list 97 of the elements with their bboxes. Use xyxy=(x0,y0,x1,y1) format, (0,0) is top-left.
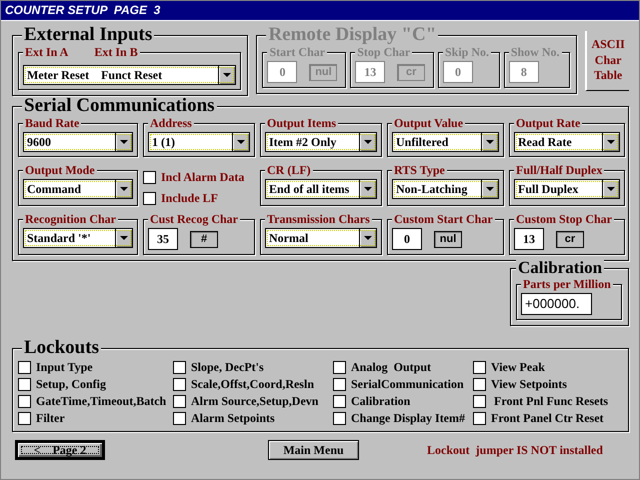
dropdown-value: 1 (1) xyxy=(152,134,175,150)
dropdown[interactable]: Read Rate xyxy=(514,132,620,152)
field-label: Full/Half Duplex xyxy=(514,164,604,178)
checkbox-label: Slope, DecPt's xyxy=(191,360,264,375)
checkbox-label: Input Type xyxy=(36,360,93,375)
dropdown[interactable]: Meter Reset Funct Reset xyxy=(23,65,236,86)
section-title: External Inputs xyxy=(22,25,154,46)
checkbox[interactable] xyxy=(173,360,186,374)
checkbox[interactable] xyxy=(333,378,346,391)
checkbox-label: Incl Alarm Data xyxy=(161,170,244,186)
checkbox[interactable] xyxy=(473,412,486,425)
dropdown-value: Standard '*' xyxy=(27,230,91,246)
dropdown-value: Normal xyxy=(269,230,308,246)
checkbox[interactable] xyxy=(473,378,486,391)
number-field[interactable]: 35 xyxy=(148,228,178,250)
field-label: Output Mode xyxy=(23,164,97,178)
dropdown-value: End of all items xyxy=(269,182,350,197)
dropdown[interactable]: Non-Latching xyxy=(392,179,499,200)
checkbox-label: Analog Output xyxy=(351,360,432,375)
checkbox-label: Filter xyxy=(36,410,65,426)
field-label: Custom Start Char xyxy=(392,213,495,226)
checkbox-label: Change Display Item# xyxy=(351,410,466,426)
field-label: RTS Type xyxy=(392,164,447,178)
checkbox[interactable] xyxy=(333,394,346,408)
checkbox[interactable] xyxy=(473,394,486,408)
field-label: Ext In A xyxy=(25,46,68,60)
main-menu-button[interactable]: Main Menu xyxy=(268,440,359,460)
char-display: cr xyxy=(397,64,426,81)
dropdown[interactable]: Unfiltered xyxy=(392,132,499,152)
field-label: Parts per Million xyxy=(521,278,613,292)
dropdown-value: Command xyxy=(27,182,82,197)
field-label: Output Rate xyxy=(514,116,582,130)
checkbox-label: Include LF xyxy=(161,191,218,206)
checkbox-label: Alarm Setpoints xyxy=(191,410,275,426)
dropdown[interactable]: End of all items xyxy=(265,179,377,200)
dropdown[interactable]: Normal xyxy=(265,228,377,248)
window-title: COUNTER SETUP PAGE 3 xyxy=(1,1,639,21)
dropdown[interactable]: 1 (1) xyxy=(148,132,250,152)
checkbox[interactable] xyxy=(173,378,186,391)
checkbox[interactable] xyxy=(18,360,31,374)
field-label: Transmission Chars xyxy=(265,213,372,226)
dropdown-value: Meter Reset xyxy=(27,68,90,83)
dropdown-value: Read Rate xyxy=(518,134,572,150)
dropdown-value: Full Duplex xyxy=(518,182,578,197)
checkbox[interactable] xyxy=(18,394,31,408)
char-display: # xyxy=(190,230,218,248)
field-label: Start Char xyxy=(267,46,328,60)
char-display: nul xyxy=(309,64,338,81)
dropdown[interactable]: Full Duplex xyxy=(514,179,620,200)
checkbox-label: Front Panel Ctr Reset xyxy=(491,410,604,426)
checkbox-label: Scale,Offst,Coord,Resln xyxy=(191,376,314,392)
field-label: Output Value xyxy=(392,116,466,130)
section-title: Remote Display "C" xyxy=(266,25,438,46)
number-field[interactable]: 13 xyxy=(514,228,544,250)
checkbox[interactable] xyxy=(18,378,31,391)
dropdown-value: Item #2 Only xyxy=(269,134,336,150)
status-message: Lockout jumper IS NOT installed xyxy=(427,442,603,458)
dropdown-value: Funct Reset xyxy=(101,68,162,83)
field-label: Recognition Char xyxy=(23,213,118,226)
checkbox-label: View Peak xyxy=(491,360,545,375)
dropdown[interactable]: 9600 xyxy=(23,132,133,152)
dropdown-value: Unfiltered xyxy=(396,134,448,150)
checkbox[interactable] xyxy=(143,192,156,206)
field-label: CR (LF) xyxy=(265,164,313,178)
checkbox-label: Front Pnl Func Resets xyxy=(493,394,608,409)
calibration-field[interactable]: +000000. xyxy=(521,293,592,316)
checkbox-label: GateTime,Timeout,Batch xyxy=(36,394,166,409)
checkbox-label: Setup, Config xyxy=(36,376,106,392)
checkbox[interactable] xyxy=(173,394,186,408)
checkbox[interactable] xyxy=(173,412,186,425)
field-label: Cust Recog Char xyxy=(148,213,240,226)
field-label: Ext In B xyxy=(94,46,138,60)
ascii-table-button[interactable]: ASCII Char Table xyxy=(585,31,629,91)
checkbox[interactable] xyxy=(18,412,31,425)
checkbox[interactable] xyxy=(333,412,346,425)
field-label: Custom Stop Char xyxy=(514,213,614,226)
checkbox-label: SerialCommunication xyxy=(351,376,464,392)
field-label: Skip No. xyxy=(443,46,492,60)
dropdown[interactable]: Standard '*' xyxy=(23,228,133,248)
checkbox-label: View Setpoints xyxy=(491,376,567,392)
dropdown-value: 9600 xyxy=(27,134,51,150)
checkbox[interactable] xyxy=(473,360,486,374)
checkbox[interactable] xyxy=(143,171,156,184)
field-label: Show No. xyxy=(508,46,562,60)
checkbox[interactable] xyxy=(333,360,346,374)
field-label: Stop Char xyxy=(355,46,412,60)
char-display: nul xyxy=(434,230,462,248)
number-field[interactable]: 0 xyxy=(392,228,422,250)
dropdown-value: Non-Latching xyxy=(396,182,468,197)
field-label: Baud Rate xyxy=(23,116,82,130)
checkbox-label: Calibration xyxy=(351,394,410,409)
char-display: cr xyxy=(556,230,584,248)
dropdown[interactable]: Command xyxy=(23,179,133,200)
dropdown[interactable]: Item #2 Only xyxy=(265,132,377,152)
field-label: Output Items xyxy=(265,116,338,130)
checkbox-label: Alrm Source,Setup,Devn xyxy=(191,394,318,409)
field-label: Address xyxy=(148,116,194,130)
